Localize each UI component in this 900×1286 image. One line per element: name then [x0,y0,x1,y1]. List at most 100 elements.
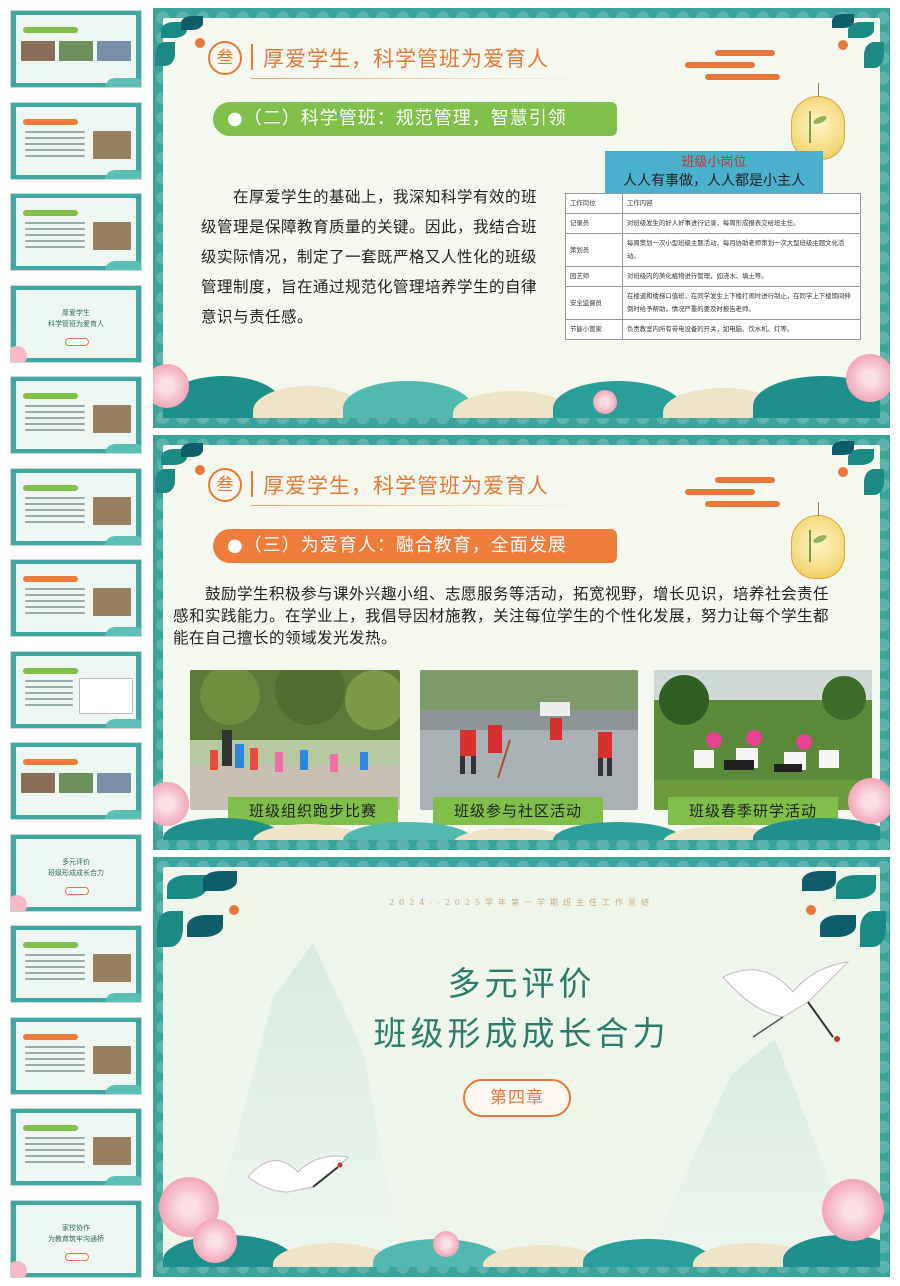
thumbnail-photo [59,41,93,61]
wave-decoration [105,444,141,453]
thumbnail-text-line [25,1051,85,1054]
thumbnail-title: 家校协作 为教育筑牢沟通桥 [48,1223,104,1243]
thumbnail-heading-bar [23,942,78,948]
thumbnail-text-line [25,405,85,407]
slide-thumbnail[interactable]: 厚爱学生 科学管班为爱育人 [10,284,142,363]
header-underline [251,78,591,79]
thumbnail-text-line [25,691,73,694]
thumbnail-heading-bar [23,759,78,765]
thumbnail-heading-bar [23,210,78,216]
flower-decoration [846,354,890,402]
slide-thumbnail[interactable] [10,10,142,88]
thumbnail-photo [93,1045,131,1074]
thumbnail-text-line [25,154,85,157]
job-table-caption: 班级小岗位 人人有事做，人人都是小主人 [605,151,823,193]
slide-thumbnail[interactable] [10,193,142,271]
thumbnail-text-line [25,1161,85,1163]
wave-decoration [105,535,141,545]
intro-paragraph: 在厚爱学生的基础上，我深知科学有效的班级管理是保障教育质量的关键。因此，我结合班… [201,188,538,326]
thumbnail-photo [21,773,55,793]
slide-thumbnail[interactable] [10,467,142,546]
thumbnail-text-line [25,423,85,425]
thumbnail-chapter-badge [65,1252,89,1261]
slide-thumbnail[interactable]: 家校协作 为教育筑牢沟通桥 [10,1199,142,1278]
slide-thumbnail-panel[interactable]: 厚爱学生 科学管班为爱育人多元评价 班级形成成长合力家校协作 为教育筑牢沟通桥 [0,0,148,1286]
thumbnail-text-line [25,1057,85,1060]
job-role-cell: 安全监督员 [565,286,623,320]
job-table-subtitle: 人人有事做，人人都是小主人 [623,173,805,189]
thumbnail-text-line [25,960,85,962]
thumbnail-text-line [25,1045,85,1048]
thumbnail-heading-bar [23,667,78,674]
slide-thumbnail[interactable] [10,376,142,454]
top-left-foliage [155,12,225,82]
thumbnail-text-line [25,1063,85,1066]
wave-decoration [105,993,141,1002]
thumbnail-text-line [25,606,85,608]
section-divider [251,471,253,497]
photo-spring-study [654,670,872,810]
class-job-table: 工作岗位 工作内容 记录员 对班级发生的好人好事进行记录，每周形成报表交给班主任。 策划… [565,193,861,340]
thumbnail-text-line [25,697,73,700]
thumbnail-text-line [25,228,85,230]
thumbnail-text-line [25,222,85,224]
thumbnail-text-line [25,978,85,980]
thumbnail-photo [59,773,93,793]
thumbnail-text-line [25,600,85,602]
flower-decoration [822,1179,884,1241]
slide-canvas: 叁 厚爱学生，科学管班为爱育人 ●（三）为爱育人：融合教育，全面发展 鼓励学生积… [163,445,880,840]
slide-science-management[interactable]: 叁 厚爱学生，科学管班为爱育人 ●（二）科学管班：规范管理，智慧引领 在厚爱学生… [153,8,890,428]
thumbnail-text-line [25,966,85,968]
slide-thumbnail[interactable] [10,925,142,1003]
thumbnail-text-line [25,1143,85,1145]
slide-thumbnail[interactable] [10,650,142,729]
thumbnail-text-line [25,514,85,517]
wave-decoration [105,810,141,819]
slide-thumbnail[interactable] [10,1016,142,1095]
thumbnail-text-line [25,703,73,706]
thumbnail-text-line [25,1137,85,1139]
lantern-icon [791,502,845,579]
top-right-foliage [776,865,886,985]
slide-thumbnail[interactable] [10,1108,142,1186]
top-left-foliage [157,865,267,985]
wave-decoration [105,261,141,270]
wave-decoration [105,1084,141,1094]
subsection-pill: ●（二）科学管班：规范管理，智慧引领 [213,102,617,136]
flower-decoration [593,390,617,414]
thumbnail-text-line [25,1069,85,1072]
slide-canvas: 2024--2025学年第一学期班主任工作总结 多元评价 班级形成成长合力 第四… [163,867,880,1267]
photo-community-activity [420,670,638,810]
thumbnail-text-line [25,508,85,511]
bottom-waves-decoration [163,800,880,840]
thumbnail-text-line [25,148,85,151]
flower-decoration [433,1231,459,1257]
thumbnail-text-line [25,612,85,614]
wave-decoration [105,78,141,87]
thumbnail-text-line [25,496,85,499]
job-duty-cell: 每周策划一次小型班级主题活动，每月协助老师策划一次大型班级主题文化活动。 [622,233,861,267]
job-role-cell: 园艺师 [565,266,623,287]
thumbnail-heading-bar [23,27,78,33]
thumbnail-text-line [25,1155,85,1157]
thumbnail-text-line [25,240,85,242]
thumbnail-text-line [25,679,73,682]
thumbnail-photo [93,130,131,159]
crane-icon [247,1155,350,1193]
job-role-cell: 策划员 [565,233,623,267]
intro-paragraph: 鼓励学生积极参与课外兴趣小组、志愿服务等活动，拓宽视野，增长见识，培养社会责任感… [173,585,830,647]
spring-study-image [654,670,872,810]
slide-thumbnail[interactable] [10,101,142,180]
thumbnail-text-line [25,1149,85,1151]
slide-love-education[interactable]: 叁 厚爱学生，科学管班为爱育人 ●（三）为爱育人：融合教育，全面发展 鼓励学生积… [153,435,890,850]
section-title: 厚爱学生，科学管班为爱育人 [263,47,549,71]
slide-chapter-four-cover[interactable]: 2024--2025学年第一学期班主任工作总结 多元评价 班级形成成长合力 第四… [153,857,890,1277]
slide-thumbnail[interactable]: 多元评价 班级形成成长合力 [10,833,142,912]
thumbnail-title: 厚爱学生 科学管班为爱育人 [48,308,104,328]
wave-decoration [105,627,141,636]
cloud-bars-decoration [685,477,790,517]
thumbnail-photo [93,222,131,250]
slide-thumbnail[interactable] [10,742,142,820]
thumbnail-photo [93,1137,131,1165]
slide-thumbnail[interactable] [10,559,142,637]
